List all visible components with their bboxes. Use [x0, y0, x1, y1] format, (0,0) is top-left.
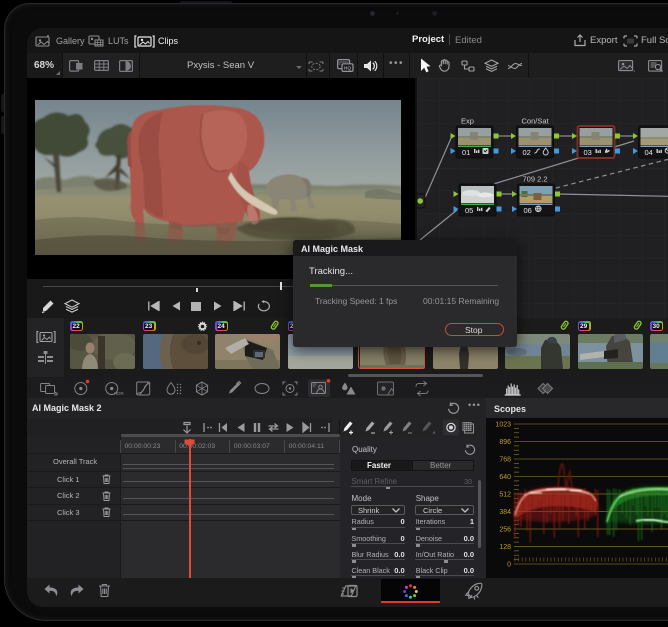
svg-text:HQ: HQ: [344, 65, 351, 70]
svg-text:256: 256: [499, 527, 511, 534]
svg-text:1023: 1023: [495, 422, 511, 429]
svg-text:640: 640: [499, 474, 511, 481]
svg-text:768: 768: [499, 457, 511, 464]
svg-text:0: 0: [507, 562, 511, 569]
svg-text:Con/Sat: Con/Sat: [522, 117, 550, 126]
svg-text:02: 02: [523, 148, 531, 157]
svg-text:05: 05: [465, 206, 473, 215]
svg-text:Exp: Exp: [461, 117, 474, 126]
svg-text:03: 03: [584, 148, 592, 157]
svg-text:896: 896: [499, 439, 511, 446]
svg-text:06: 06: [524, 206, 532, 215]
svg-text:04: 04: [645, 148, 653, 157]
svg-text:HDR: HDR: [114, 391, 124, 396]
svg-text:709 2.2: 709 2.2: [523, 175, 548, 184]
svg-text:384: 384: [499, 509, 511, 516]
svg-text:01: 01: [462, 148, 470, 157]
svg-text:128: 128: [499, 544, 511, 551]
svg-text:512: 512: [499, 492, 511, 499]
